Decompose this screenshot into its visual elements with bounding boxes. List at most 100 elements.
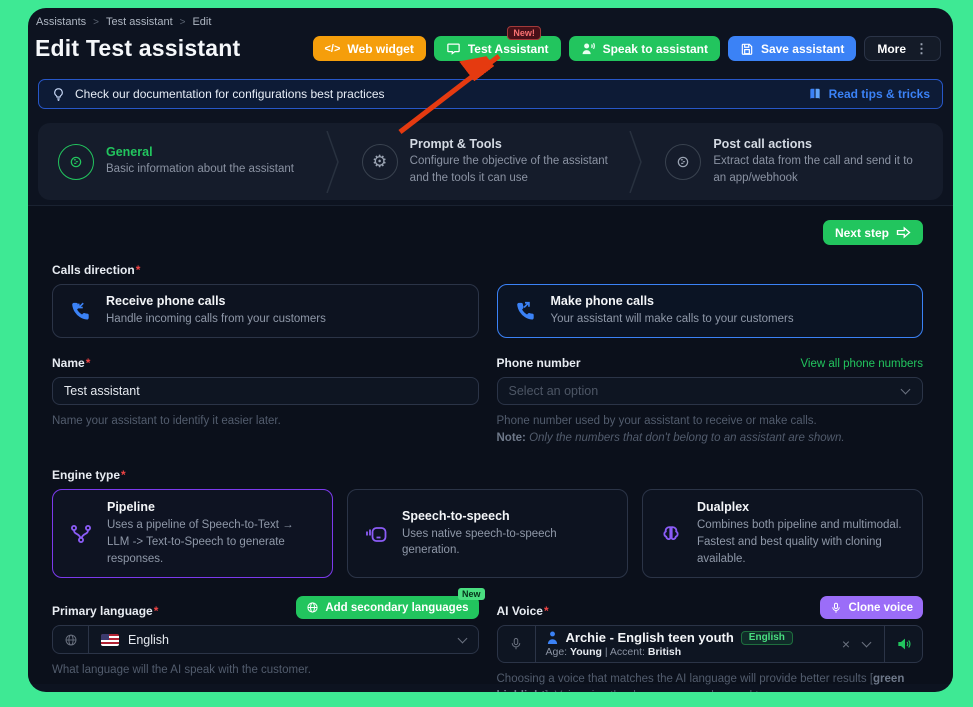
required-marker: *	[544, 604, 549, 618]
required-marker: *	[86, 356, 91, 370]
card-desc: Handle incoming calls from your customer…	[106, 311, 326, 328]
person-voice-icon	[581, 41, 596, 56]
breadcrumb-assistants[interactable]: Assistants	[36, 16, 86, 28]
add-secondary-languages-button[interactable]: New Add secondary languages	[296, 596, 478, 619]
page-header: Assistants > Test assistant > Edit Edit …	[28, 14, 953, 62]
chat-bubble-icon	[446, 41, 461, 56]
phone-note-label: Note:	[497, 432, 526, 444]
code-icon: </>	[325, 43, 341, 55]
globe-icon	[53, 626, 89, 653]
engine-pipeline-card[interactable]: Pipeline Uses a pipeline of Speech-to-Te…	[52, 489, 333, 578]
ai-voice-label: AI Voice*	[497, 604, 549, 618]
edit-assistant-page: Assistants > Test assistant > Edit Edit …	[28, 8, 953, 692]
test-assistant-label: Test Assistant	[468, 42, 549, 56]
speaker-icon[interactable]	[884, 626, 922, 662]
step-prompt-tools[interactable]: ⚙ Prompt & Tools Configure the objective…	[340, 135, 630, 188]
read-tips-link[interactable]: Read tips & tricks	[808, 87, 930, 101]
us-flag-icon	[101, 634, 119, 646]
new-badge: New	[458, 588, 485, 600]
phone-placeholder: Select an option	[509, 384, 599, 398]
web-widget-button[interactable]: </> Web widget	[313, 36, 426, 61]
card-title: Make phone calls	[551, 294, 794, 308]
receive-calls-card[interactable]: Receive phone calls Handle incoming call…	[52, 284, 479, 338]
view-phone-numbers-link[interactable]: View all phone numbers	[800, 358, 923, 370]
card-title: Speech-to-speech	[402, 509, 613, 523]
engine-dualplex-card[interactable]: Dualplex Combines both pipeline and mult…	[642, 489, 923, 578]
step-title: Post call actions	[713, 137, 925, 151]
card-title: Pipeline	[107, 500, 318, 514]
voice-language-badge: English	[741, 631, 793, 645]
voice-field-group: AI Voice* Clone voice	[497, 596, 924, 692]
read-tips-label: Read tips & tricks	[829, 87, 930, 101]
more-label: More	[877, 42, 906, 56]
card-desc: Your assistant will make calls to your c…	[551, 311, 794, 328]
speech-to-speech-icon	[364, 522, 388, 546]
engine-type-label: Engine type*	[52, 468, 923, 482]
required-marker: *	[136, 263, 141, 277]
voice-meta: Age: Young | Accent: British	[546, 646, 832, 658]
phone-outgoing-icon	[514, 300, 536, 322]
save-icon	[740, 42, 754, 56]
step-separator	[629, 131, 643, 193]
docs-banner: Check our documentation for configuratio…	[38, 79, 943, 109]
voice-select[interactable]: Archie - English teen youth English Age:…	[497, 625, 924, 663]
clone-voice-label: Clone voice	[848, 602, 913, 614]
phone-select[interactable]: Select an option	[497, 377, 924, 405]
make-calls-card[interactable]: Make phone calls Your assistant will mak…	[497, 284, 924, 338]
clear-voice-icon[interactable]: ×	[842, 637, 850, 651]
clone-voice-icon	[830, 602, 842, 614]
breadcrumb-separator: >	[93, 17, 99, 28]
save-label: Save assistant	[761, 42, 844, 56]
more-button[interactable]: More ⋮	[864, 36, 941, 61]
web-widget-label: Web widget	[347, 42, 413, 56]
test-assistant-button[interactable]: New! Test Assistant	[434, 36, 561, 61]
name-helper: Name your assistant to identify it easie…	[52, 413, 479, 430]
language-select[interactable]: English	[52, 625, 479, 654]
pipeline-icon	[69, 522, 93, 546]
header-actions: </> Web widget New! Test Assistant Speak…	[313, 36, 942, 61]
breadcrumb-separator: >	[180, 17, 186, 28]
breadcrumb-test-assistant[interactable]: Test assistant	[106, 16, 173, 28]
phone-note-text: Only the numbers that don't belong to an…	[529, 432, 844, 444]
voice-helper: Choosing a voice that matches the AI lan…	[497, 671, 924, 692]
chevron-down-icon[interactable]	[862, 638, 872, 648]
wizard-stepper: General Basic information about the assi…	[38, 123, 943, 200]
book-icon	[808, 87, 822, 101]
gear-icon: ⚙	[362, 144, 398, 180]
breadcrumb: Assistants > Test assistant > Edit	[35, 14, 941, 35]
language-field-group: Primary language* New Add secondary lang…	[52, 596, 479, 679]
calls-direction-label: Calls direction*	[52, 263, 923, 277]
speak-to-assistant-button[interactable]: Speak to assistant	[569, 36, 720, 61]
step-title: Prompt & Tools	[410, 137, 622, 151]
save-assistant-button[interactable]: Save assistant	[728, 36, 856, 61]
card-desc: Uses a pipeline of Speech-to-Text → LLM …	[107, 517, 318, 567]
breadcrumb-edit: Edit	[192, 16, 211, 28]
card-desc: Uses native speech-to-speech generation.	[402, 526, 613, 559]
mic-icon	[498, 626, 536, 662]
next-step-button[interactable]: Next step	[823, 220, 923, 245]
kebab-icon: ⋮	[915, 41, 928, 57]
engine-speech-to-speech-card[interactable]: Speech-to-speech Uses native speech-to-s…	[347, 489, 628, 578]
step-desc: Basic information about the assistant	[106, 161, 294, 177]
general-form: Next step Calls direction* Receive phone…	[28, 205, 953, 684]
language-helper: What language will the AI speak with the…	[52, 662, 479, 679]
name-input[interactable]	[52, 377, 479, 405]
step-general[interactable]: General Basic information about the assi…	[48, 135, 326, 188]
voice-name: Archie - English teen youth	[566, 630, 734, 645]
brain-icon	[665, 144, 701, 180]
brain-icon	[58, 144, 94, 180]
clone-voice-button[interactable]: Clone voice	[820, 596, 923, 619]
chevron-down-icon	[901, 385, 911, 395]
dualplex-brain-icon	[659, 522, 683, 546]
phone-field-group: Phone number View all phone numbers Sele…	[497, 356, 924, 446]
name-label: Name*	[52, 356, 479, 370]
name-field-group: Name* Name your assistant to identify it…	[52, 356, 479, 430]
required-marker: *	[154, 604, 159, 618]
step-separator	[326, 131, 340, 193]
banner-message: Check our documentation for configuratio…	[75, 87, 385, 101]
step-post-call-actions[interactable]: Post call actions Extract data from the …	[643, 135, 933, 188]
lightbulb-icon	[51, 87, 66, 102]
phone-label: Phone number	[497, 356, 581, 370]
card-title: Dualplex	[697, 500, 908, 514]
phone-incoming-icon	[69, 300, 91, 322]
